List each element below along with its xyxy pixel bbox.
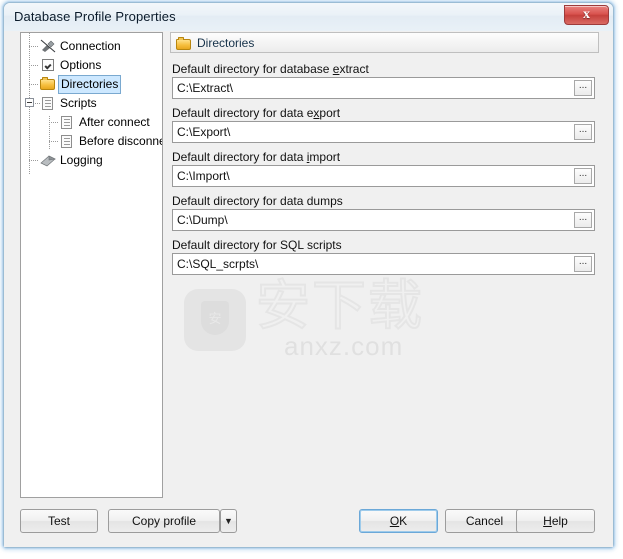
browse-button[interactable]: ... (574, 256, 592, 272)
tree-connector (49, 141, 59, 142)
settings-panel: Directories Default directory for databa… (170, 32, 599, 498)
chevron-down-icon[interactable]: ▼ (220, 509, 237, 533)
panel-title: Directories (197, 36, 255, 50)
sql-scripts-input[interactable]: C:\SQL_scrpts\ ... (172, 253, 595, 275)
field-value: C:\Import\ (177, 169, 230, 183)
browse-button[interactable]: ... (574, 124, 592, 140)
dialog-window: Database Profile Properties x Connection… (3, 2, 614, 548)
window-title: Database Profile Properties (14, 9, 176, 24)
tree-item-logging[interactable]: Logging (21, 151, 162, 170)
tree-item-label: Logging (60, 153, 103, 167)
tree-connector (29, 160, 39, 161)
field-label: Default directory for database extract (172, 62, 369, 76)
tree-connector (29, 84, 39, 85)
field-label: Default directory for data dumps (172, 194, 343, 208)
folder-icon (176, 36, 192, 50)
close-button[interactable]: x (564, 5, 609, 25)
copy-profile-button[interactable]: Copy profile (108, 509, 220, 533)
tree-item-label: Options (60, 58, 102, 72)
tree-item-label: Scripts (60, 96, 97, 110)
close-icon: x (583, 7, 590, 22)
cancel-button[interactable]: Cancel (445, 509, 524, 533)
browse-button[interactable]: ... (574, 168, 592, 184)
log-icon (40, 153, 56, 168)
tree-collapse-toggle[interactable] (25, 98, 34, 107)
field-label: Default directory for data export (172, 106, 341, 120)
title-bar: Database Profile Properties x (4, 3, 613, 31)
field-value: C:\SQL_scrpts\ (177, 257, 259, 271)
browse-button[interactable]: ... (574, 212, 592, 228)
test-button[interactable]: Test (20, 509, 98, 533)
tree-item-label: Before disconnec (79, 134, 163, 148)
navigation-tree[interactable]: Connection Options Directories Scripts A… (20, 32, 163, 498)
field-value: C:\Export\ (177, 125, 231, 139)
ok-button[interactable]: OK (359, 509, 438, 533)
panel-header: Directories (170, 32, 599, 53)
data-export-input[interactable]: C:\Export\ ... (172, 121, 595, 143)
tree-item-before-disconnect[interactable]: Before disconnec (21, 132, 162, 151)
document-icon (59, 134, 75, 149)
field-label: Default directory for data import (172, 150, 341, 164)
tree-connector (29, 46, 39, 47)
help-button[interactable]: Help (516, 509, 595, 533)
tree-item-after-connect[interactable]: After connect (21, 113, 162, 132)
tree-item-scripts[interactable]: Scripts (21, 94, 162, 113)
tree-item-label: Connection (60, 39, 121, 53)
document-icon (59, 115, 75, 130)
field-value: C:\Dump\ (177, 213, 228, 227)
browse-button[interactable]: ... (574, 80, 592, 96)
data-dumps-input[interactable]: C:\Dump\ ... (172, 209, 595, 231)
field-value: C:\Extract\ (177, 81, 234, 95)
database-extract-input[interactable]: C:\Extract\ ... (172, 77, 595, 99)
tree-item-label: Directories (58, 75, 122, 94)
tree-item-directories[interactable]: Directories (21, 75, 162, 94)
document-icon (40, 96, 56, 111)
data-import-input[interactable]: C:\Import\ ... (172, 165, 595, 187)
tree-item-label: After connect (79, 115, 150, 129)
checkbox-icon (40, 58, 56, 73)
tree-connector (49, 122, 59, 123)
tree-connector (29, 65, 39, 66)
field-label: Default directory for SQL scripts (172, 238, 342, 252)
plug-icon (40, 39, 56, 54)
tree-item-connection[interactable]: Connection (21, 37, 162, 56)
folder-icon (40, 77, 56, 92)
dialog-client-area: Connection Options Directories Scripts A… (4, 31, 613, 547)
tree-item-options[interactable]: Options (21, 56, 162, 75)
